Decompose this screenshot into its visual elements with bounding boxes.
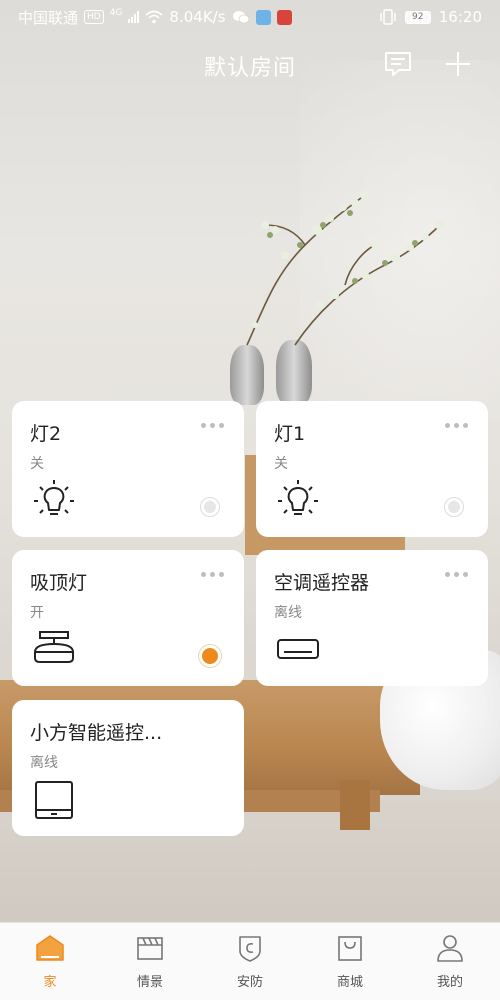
network-type: 4G bbox=[109, 8, 123, 18]
bottom-nav: 家 情景 安防 商城 我的 bbox=[0, 922, 500, 1000]
device-name: 灯2 bbox=[30, 423, 62, 445]
wifi-icon bbox=[145, 10, 163, 24]
power-toggle[interactable] bbox=[444, 497, 464, 517]
clock: 16:20 bbox=[438, 8, 482, 26]
nav-label: 情景 bbox=[136, 975, 163, 990]
device-status: 离线 bbox=[274, 605, 302, 621]
more-icon[interactable] bbox=[201, 572, 224, 577]
more-icon[interactable] bbox=[201, 423, 224, 428]
device-name: 吸顶灯 bbox=[30, 572, 88, 594]
nav-item-home[interactable]: 家 bbox=[0, 923, 100, 1000]
ceiling-light-icon bbox=[34, 631, 74, 663]
bulb-icon bbox=[34, 480, 74, 515]
vibrate-icon bbox=[380, 9, 396, 25]
hd-badge: HD bbox=[84, 10, 104, 24]
device-name: 空调遥控器 bbox=[274, 572, 370, 594]
device-status: 离线 bbox=[30, 755, 58, 771]
add-device-button[interactable] bbox=[440, 46, 476, 82]
nav-item-profile[interactable]: 我的 bbox=[400, 923, 500, 1000]
nav-item-scene[interactable]: 情景 bbox=[100, 923, 200, 1000]
message-icon bbox=[385, 52, 411, 76]
remote-box-icon bbox=[35, 781, 73, 819]
wechat-icon bbox=[232, 11, 249, 24]
more-icon[interactable] bbox=[445, 423, 468, 428]
home-icon bbox=[36, 935, 64, 961]
status-bar: 中国联通 HD 4G 8.04K/s 92 16:20 bbox=[0, 0, 500, 34]
device-card-smart-remote[interactable]: 小方智能遥控... 离线 bbox=[12, 700, 244, 836]
device-card-ceiling-light[interactable]: 吸顶灯 开 bbox=[12, 550, 244, 686]
device-status: 关 bbox=[30, 456, 44, 472]
nav-label: 安防 bbox=[236, 975, 263, 990]
scene-clapper-icon bbox=[137, 937, 163, 960]
air-conditioner-icon bbox=[277, 639, 319, 659]
device-card-ac-remote[interactable]: 空调遥控器 离线 bbox=[256, 550, 488, 686]
more-icon[interactable] bbox=[445, 572, 468, 577]
power-toggle[interactable] bbox=[202, 648, 218, 664]
device-name: 灯1 bbox=[274, 423, 306, 445]
network-speed: 8.04K/s bbox=[169, 8, 226, 26]
device-status: 开 bbox=[30, 605, 44, 621]
room-title[interactable]: 默认房间 bbox=[0, 50, 500, 82]
plus-icon bbox=[446, 52, 470, 76]
device-card-light-1[interactable]: 灯1 关 bbox=[256, 401, 488, 537]
device-name: 小方智能遥控... bbox=[30, 722, 163, 744]
app-notification-icon-2 bbox=[276, 9, 292, 25]
battery-icon: 92 bbox=[404, 10, 431, 24]
person-icon bbox=[437, 935, 463, 962]
device-status: 关 bbox=[274, 456, 288, 472]
nav-item-mall[interactable]: 商城 bbox=[300, 923, 400, 1000]
app-notification-icon bbox=[255, 9, 271, 25]
nav-item-security[interactable]: 安防 bbox=[200, 923, 300, 1000]
nav-label: 我的 bbox=[436, 975, 463, 990]
bulb-icon bbox=[278, 480, 318, 515]
nav-label: 家 bbox=[43, 975, 57, 990]
signal-icon bbox=[128, 11, 140, 23]
shopping-bag-icon bbox=[338, 936, 362, 961]
shield-icon bbox=[239, 936, 261, 962]
power-toggle[interactable] bbox=[200, 497, 220, 517]
message-button[interactable] bbox=[380, 46, 416, 82]
room-header: 默认房间 bbox=[0, 44, 500, 88]
device-card-light-2[interactable]: 灯2 关 bbox=[12, 401, 244, 537]
nav-label: 商城 bbox=[336, 975, 363, 990]
carrier-name: 中国联通 bbox=[18, 8, 79, 27]
